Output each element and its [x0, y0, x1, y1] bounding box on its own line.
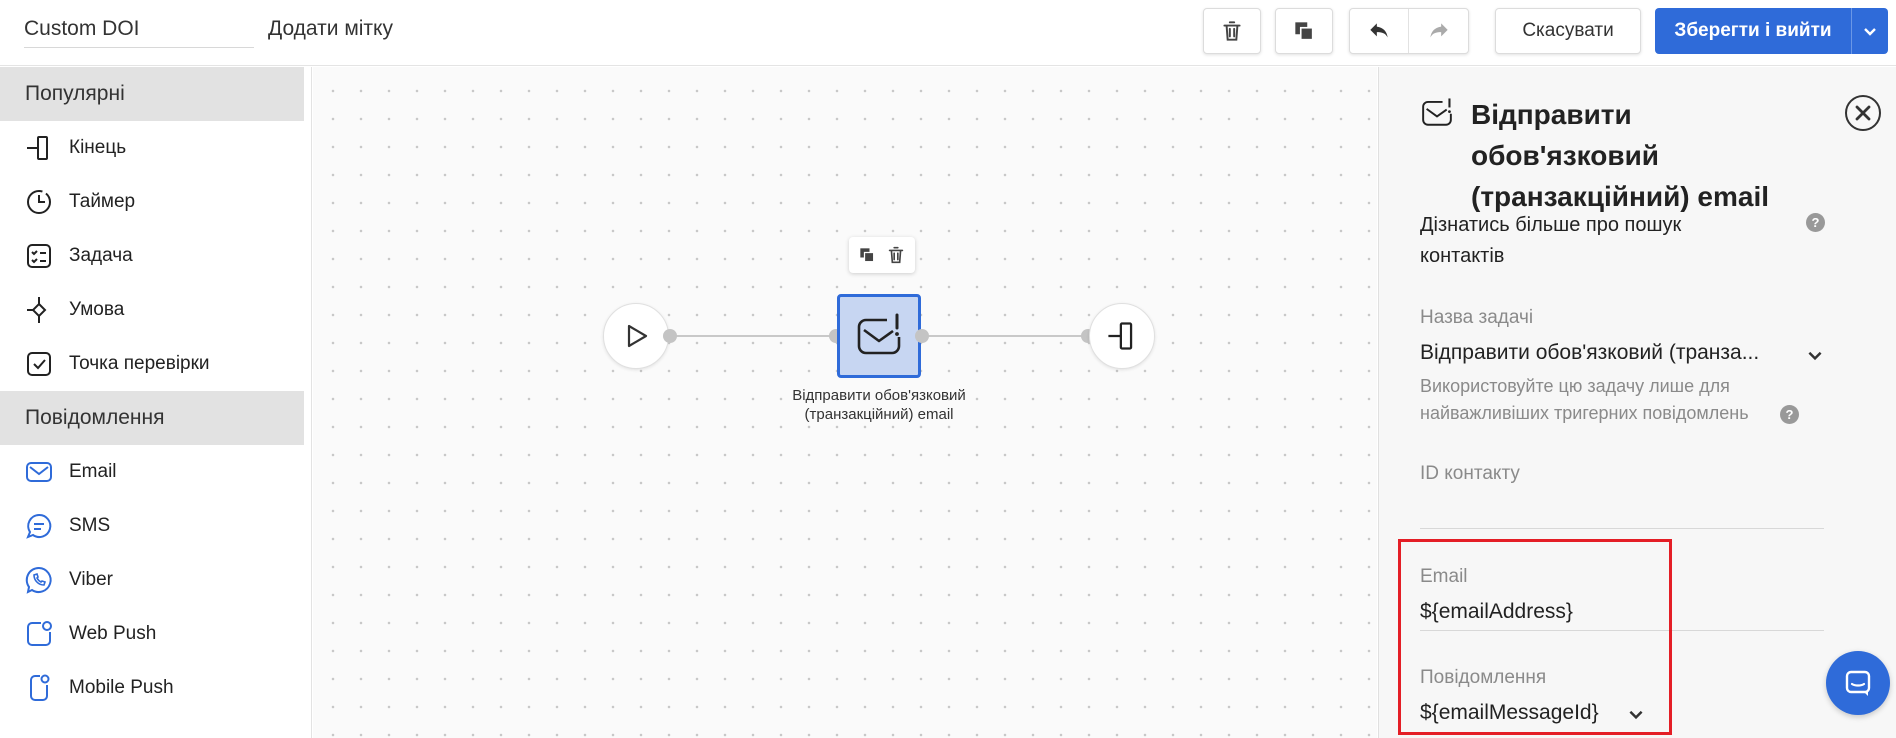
- field-underline: [1420, 528, 1824, 529]
- copy-button[interactable]: [1275, 8, 1333, 54]
- sidebar: Популярні Кінець Таймер Задача Умова Точ…: [0, 67, 312, 738]
- close-icon: [1855, 105, 1871, 121]
- sidebar-item-web-push[interactable]: Web Push: [0, 607, 311, 661]
- save-options-dropdown[interactable]: [1851, 8, 1888, 54]
- sidebar-item-checkpoint[interactable]: Точка перевірки: [0, 337, 311, 391]
- end-node[interactable]: [1089, 303, 1155, 369]
- task-icon: [24, 241, 54, 271]
- section-header-messages: Повідомлення: [0, 391, 304, 445]
- sidebar-item-label: SMS: [69, 515, 111, 536]
- mobile-push-icon: [24, 673, 54, 703]
- redo-button[interactable]: [1409, 9, 1468, 53]
- node-label: Відправити обов'язковий (транзакційний) …: [792, 387, 966, 423]
- cancel-button[interactable]: Скасувати: [1495, 8, 1641, 54]
- undo-redo-group: [1349, 8, 1469, 54]
- trash-icon: [1223, 21, 1241, 41]
- condition-icon: [24, 295, 54, 325]
- delete-button[interactable]: [1203, 8, 1261, 54]
- end-icon: [1108, 322, 1133, 350]
- sidebar-item-label: Email: [69, 461, 117, 482]
- copy-icon[interactable]: [857, 245, 877, 265]
- transactional-email-icon: [857, 313, 901, 355]
- send-transactional-email-node[interactable]: [837, 294, 921, 378]
- connector-line: [669, 335, 835, 337]
- play-icon: [627, 324, 648, 348]
- help-icon[interactable]: ?: [1806, 213, 1825, 232]
- sidebar-item-label: Mobile Push: [69, 677, 174, 698]
- save-and-exit-label[interactable]: Зберегти і вийти: [1655, 8, 1851, 54]
- add-tag-button[interactable]: Додати мітку: [268, 12, 393, 46]
- sidebar-item-label: Viber: [69, 569, 114, 590]
- chevron-down-icon[interactable]: [1806, 346, 1824, 364]
- chat-icon: [1845, 670, 1871, 696]
- email-icon: [24, 457, 54, 487]
- sidebar-item-sms[interactable]: SMS: [0, 499, 311, 553]
- end-icon: [24, 133, 54, 163]
- scenario-name-input[interactable]: Custom DOI: [24, 12, 254, 48]
- transactional-email-icon: [1422, 98, 1452, 126]
- sidebar-item-label: Таймер: [69, 191, 136, 212]
- sidebar-item-viber[interactable]: Viber: [0, 553, 311, 607]
- help-icon[interactable]: ?: [1780, 405, 1799, 424]
- sidebar-item-label: Умова: [69, 299, 125, 320]
- panel-title: Відправити обов'язковий (транзакційний) …: [1471, 99, 1770, 212]
- copy-icon: [1295, 22, 1314, 41]
- undo-icon: [1370, 23, 1388, 38]
- sidebar-item-condition[interactable]: Умова: [0, 283, 311, 337]
- sidebar-item-label: Задача: [69, 245, 133, 266]
- sidebar-item-email[interactable]: Email: [0, 445, 311, 499]
- redo-icon: [1429, 23, 1448, 38]
- chevron-down-icon: [1864, 28, 1876, 36]
- task-hint: Використовуйте цю задачу лише для найваж…: [1420, 376, 1749, 423]
- close-button[interactable]: [1845, 95, 1881, 131]
- connector-line: [923, 335, 1089, 337]
- checkpoint-icon: [24, 349, 54, 379]
- trash-icon[interactable]: [885, 244, 907, 266]
- start-node[interactable]: [603, 303, 669, 369]
- task-name-select[interactable]: Відправити обов'язковий (транза...: [1420, 341, 1759, 365]
- timer-icon: [24, 187, 54, 217]
- section-header-popular: Популярні: [0, 67, 304, 121]
- top-bar: Custom DOI Додати мітку Скасувати Зберег…: [0, 0, 1896, 66]
- node-toolbar: [849, 237, 915, 273]
- viber-icon: [24, 565, 54, 595]
- sidebar-item-label: Кінець: [69, 137, 127, 158]
- undo-button[interactable]: [1350, 9, 1410, 53]
- sidebar-item-mobile-push[interactable]: Mobile Push: [0, 661, 311, 715]
- highlight-box: [1398, 539, 1672, 735]
- sidebar-item-timer[interactable]: Таймер: [0, 175, 311, 229]
- save-and-exit-button[interactable]: Зберегти і вийти: [1655, 8, 1888, 54]
- web-push-icon: [24, 619, 54, 649]
- sidebar-item-task[interactable]: Задача: [0, 229, 311, 283]
- chat-button[interactable]: [1826, 651, 1890, 715]
- connector-dot[interactable]: [915, 329, 929, 343]
- sms-icon: [24, 511, 54, 541]
- contact-id-label: ID контакту: [1420, 463, 1520, 484]
- sidebar-item-label: Web Push: [69, 623, 157, 644]
- sidebar-item-end[interactable]: Кінець: [0, 121, 311, 175]
- connector-dot[interactable]: [663, 329, 677, 343]
- learn-more-link[interactable]: Дізнатись більше про пошук контактів: [1420, 210, 1750, 272]
- task-name-label: Назва задачі: [1420, 307, 1534, 328]
- sidebar-item-label: Точка перевірки: [69, 353, 210, 374]
